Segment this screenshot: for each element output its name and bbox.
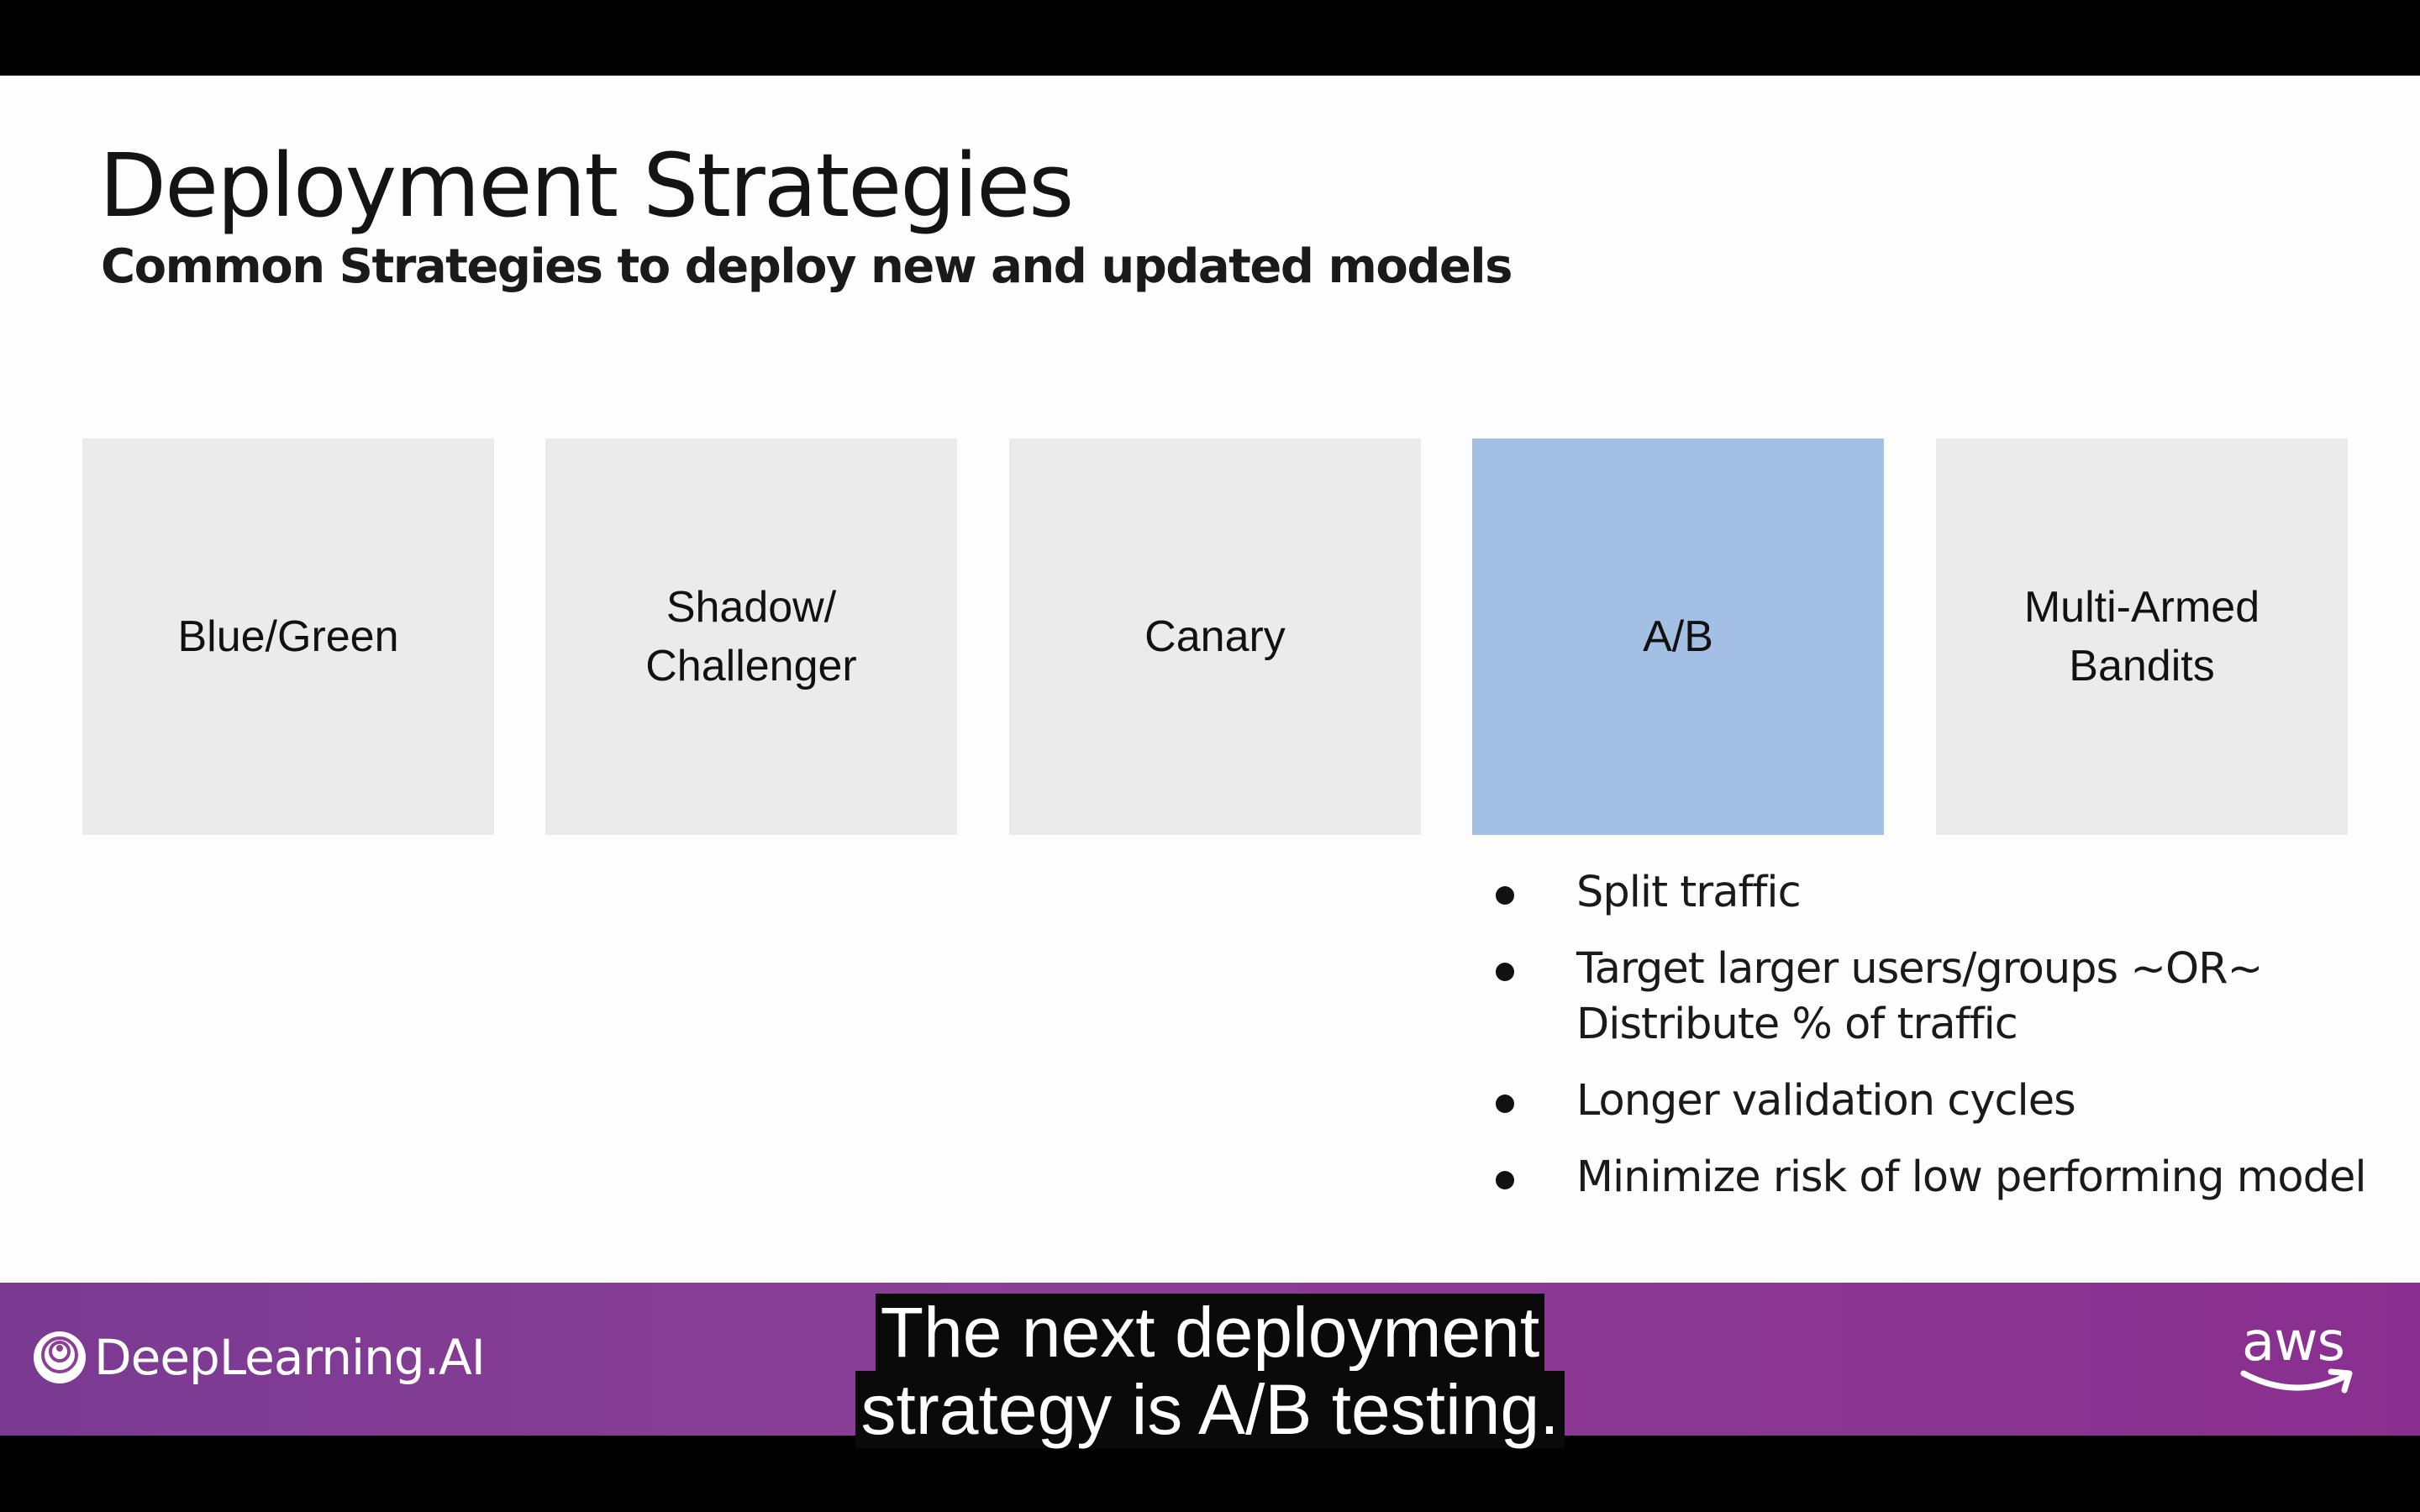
ab-bullet-list: Split traffic Target larger users/groups… — [1479, 865, 2412, 1226]
slide-subtitle: Common Strategies to deploy new and upda… — [101, 239, 1512, 294]
bullet-dot-icon — [1496, 963, 1514, 981]
bullet-dot-icon — [1496, 886, 1514, 905]
slide: Deployment Strategies Common Strategies … — [0, 76, 2420, 1283]
strategy-box-ab: A/B — [1472, 438, 1884, 835]
strategy-label: Shadow/ Challenger — [645, 583, 857, 690]
strategy-label: Blue/Green — [177, 612, 399, 661]
strategy-boxes: Blue/Green Shadow/ Challenger Canary A/B… — [82, 438, 2348, 835]
strategy-label: Multi-Armed Bandits — [2023, 583, 2260, 690]
bullet-item: Minimize risk of low performing model — [1479, 1150, 2412, 1205]
caption-line-1: The next deployment — [875, 1294, 1545, 1371]
strategy-label: A/B — [1643, 612, 1713, 661]
video-frame: Deployment Strategies Common Strategies … — [0, 0, 2420, 1512]
strategy-label: Canary — [1144, 612, 1286, 661]
bullet-item: Split traffic — [1479, 865, 2412, 921]
bullet-item: Target larger users/groups ~OR~ Distribu… — [1479, 942, 2412, 1053]
bullet-dot-icon — [1496, 1095, 1514, 1113]
strategy-box-canary: Canary — [1009, 438, 1421, 835]
bullet-dot-icon — [1496, 1171, 1514, 1189]
bullet-item: Longer validation cycles — [1479, 1074, 2412, 1129]
slide-title: Deployment Strategies — [99, 134, 1074, 237]
strategy-box-blue-green: Blue/Green — [82, 438, 494, 835]
strategy-box-multi-armed-bandits: Multi-Armed Bandits — [1936, 438, 2348, 835]
caption-line-2: strategy is A/B testing. — [855, 1371, 1565, 1448]
strategy-box-shadow-challenger: Shadow/ Challenger — [545, 438, 957, 835]
subtitle-caption: The next deployment strategy is A/B test… — [0, 1294, 2420, 1448]
